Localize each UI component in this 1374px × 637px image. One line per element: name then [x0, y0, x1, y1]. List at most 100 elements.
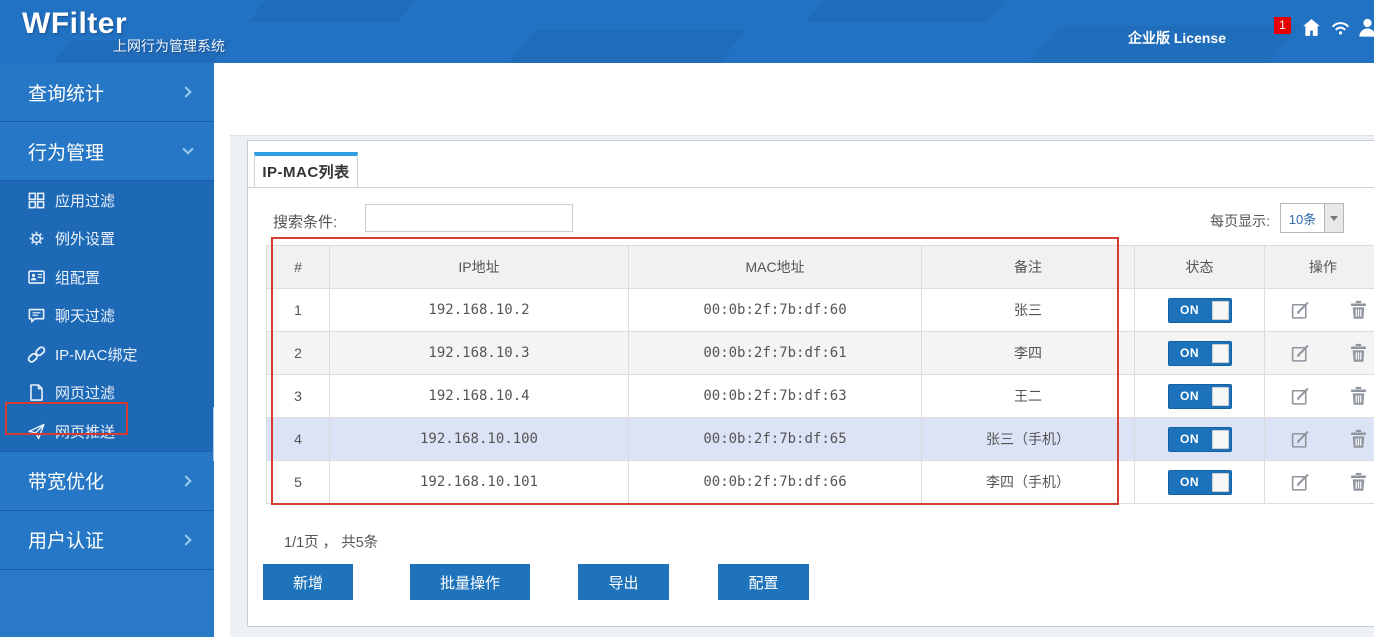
actions-cell	[1264, 288, 1374, 332]
actions-cell	[1264, 460, 1374, 504]
status-toggle[interactable]: ON	[1167, 426, 1232, 452]
mac-cell: 00:0b:2f:7b:df:66	[628, 460, 922, 504]
chat-icon	[27, 306, 46, 325]
status-cell: ON	[1134, 460, 1265, 504]
delete-icon[interactable]	[1348, 471, 1369, 493]
edit-icon[interactable]	[1290, 428, 1311, 450]
top-header: WFilter 上网行为管理系统 企业版 License 1	[0, 0, 1374, 63]
status-toggle[interactable]: ON	[1167, 340, 1232, 366]
table-row: 4 192.168.10.100 00:0b:2f:7b:df:65 张三（手机） ON	[266, 417, 1374, 461]
status-cell: ON	[1134, 288, 1265, 332]
link-icon	[27, 345, 46, 364]
note-cell: 王二	[921, 374, 1135, 418]
column-header-actions: 操作	[1264, 245, 1374, 289]
edit-icon[interactable]	[1290, 471, 1311, 493]
tab-divider	[248, 187, 1374, 188]
sidebar-item-group-config[interactable]: 组配置	[0, 258, 214, 297]
section-label: 行为管理	[28, 142, 105, 164]
ip-mac-table: # IP地址 MAC地址 备注 状态 操作 1 192.168.10.2 00:0b…	[266, 245, 1374, 504]
delete-icon[interactable]	[1348, 342, 1369, 364]
select-arrow	[1324, 204, 1343, 232]
toggle-knob	[1211, 343, 1229, 363]
actions-cell	[1264, 417, 1374, 461]
gear-icon	[27, 229, 46, 248]
delete-icon[interactable]	[1348, 385, 1369, 407]
column-header-mac: MAC地址	[628, 245, 922, 289]
sidebar-item-label: 应用过滤	[55, 192, 116, 210]
search-input[interactable]	[365, 204, 573, 232]
ip-cell: 192.168.10.100	[329, 417, 629, 461]
pagination-info: 1/1页 ， 共5条	[284, 535, 379, 551]
sidebar: 模块 配置 查询统计 行为管理 应用过滤	[0, 63, 214, 637]
main-content: IP-MAC绑定 IP-MAC列表 搜索条件: 每页显示: 10条 # IP地址	[214, 63, 1374, 637]
push-icon	[27, 422, 46, 441]
sidebar-item-ip-mac-binding[interactable]: IP-MAC绑定	[0, 335, 214, 374]
column-header-status: 状态	[1134, 245, 1265, 289]
license-link[interactable]: 企业版 License	[1128, 28, 1226, 48]
status-toggle[interactable]: ON	[1167, 383, 1232, 409]
add-button[interactable]: 新增	[263, 564, 353, 600]
export-button[interactable]: 导出	[578, 564, 669, 600]
ip-cell: 192.168.10.2	[329, 288, 629, 332]
per-page-value: 10条	[1288, 211, 1317, 227]
row-number: 4	[266, 417, 330, 461]
ip-cell: 192.168.10.4	[329, 374, 629, 418]
sidebar-item-label: 网页过滤	[55, 385, 116, 403]
tab-ip-mac-list[interactable]: IP-MAC列表	[254, 152, 358, 187]
column-header-num: #	[266, 245, 330, 289]
delete-icon[interactable]	[1348, 299, 1369, 321]
wfilter-app: WFilter 上网行为管理系统 企业版 License 1 模块 配置 查询统…	[0, 0, 1374, 637]
note-cell: 张三	[921, 288, 1135, 332]
config-button[interactable]: 配置	[718, 564, 809, 600]
status-cell: ON	[1134, 374, 1265, 418]
column-header-note: 备注	[921, 245, 1135, 289]
section-label: 带宽优化	[28, 472, 105, 493]
batch-operation-button[interactable]: 批量操作	[410, 564, 530, 600]
sidebar-section-query-stats[interactable]: 查询统计	[0, 63, 214, 122]
status-toggle[interactable]: ON	[1167, 469, 1232, 495]
row-number: 2	[266, 331, 330, 375]
delete-icon[interactable]	[1348, 428, 1369, 450]
sidebar-item-web-push[interactable]: 网页推送	[0, 412, 214, 451]
sidebar-item-exceptions[interactable]: 例外设置	[0, 220, 214, 259]
sidebar-item-chat-filter[interactable]: 聊天过滤	[0, 297, 214, 336]
sidebar-section-behavior-mgmt[interactable]: 行为管理	[0, 122, 214, 181]
edit-icon[interactable]	[1290, 299, 1311, 321]
sidebar-section-user-auth[interactable]: 用户认证	[0, 510, 214, 570]
mac-cell: 00:0b:2f:7b:df:60	[628, 288, 922, 332]
wifi-icon[interactable]	[1329, 16, 1352, 39]
logo-text: WFilter	[22, 7, 128, 40]
sidebar-item-label: 聊天过滤	[55, 308, 116, 326]
chevron-right-icon	[180, 533, 192, 546]
edit-icon[interactable]	[1290, 385, 1311, 407]
notification-badge[interactable]: 1	[1274, 17, 1291, 34]
toggle-knob	[1211, 386, 1229, 406]
sidebar-item-app-filter[interactable]: 应用过滤	[0, 181, 214, 220]
actions-cell	[1264, 331, 1374, 375]
group-icon	[27, 268, 46, 287]
home-icon[interactable]	[1300, 16, 1323, 39]
note-cell: 李四	[921, 331, 1135, 375]
sidebar-item-label: 网页推送	[55, 423, 116, 441]
sidebar-item-label: IP-MAC绑定	[55, 346, 138, 364]
column-header-ip: IP地址	[329, 245, 629, 289]
toggle-knob	[1211, 300, 1229, 320]
actions-cell	[1264, 374, 1374, 418]
table-row: 2 192.168.10.3 00:0b:2f:7b:df:61 李四 ON	[266, 331, 1374, 375]
sidebar-item-web-filter[interactable]: 网页过滤	[0, 374, 214, 413]
app-logo: WFilter 上网行为管理系统	[22, 7, 225, 54]
per-page-select[interactable]: 10条	[1280, 203, 1344, 233]
search-label: 搜索条件:	[273, 214, 338, 231]
edit-icon[interactable]	[1290, 342, 1311, 364]
per-page-label: 每页显示:	[1210, 213, 1270, 229]
status-toggle[interactable]: ON	[1167, 297, 1232, 323]
grid-icon	[27, 191, 46, 210]
chevron-right-icon	[180, 86, 192, 98]
sidebar-item-label: 例外设置	[55, 231, 116, 249]
section-label: 查询统计	[28, 83, 105, 105]
row-number: 1	[266, 288, 330, 332]
mac-cell: 00:0b:2f:7b:df:65	[628, 417, 922, 461]
sidebar-section-bandwidth[interactable]: 带宽优化	[0, 451, 214, 511]
user-icon[interactable]	[1356, 16, 1374, 39]
mac-cell: 00:0b:2f:7b:df:63	[628, 374, 922, 418]
